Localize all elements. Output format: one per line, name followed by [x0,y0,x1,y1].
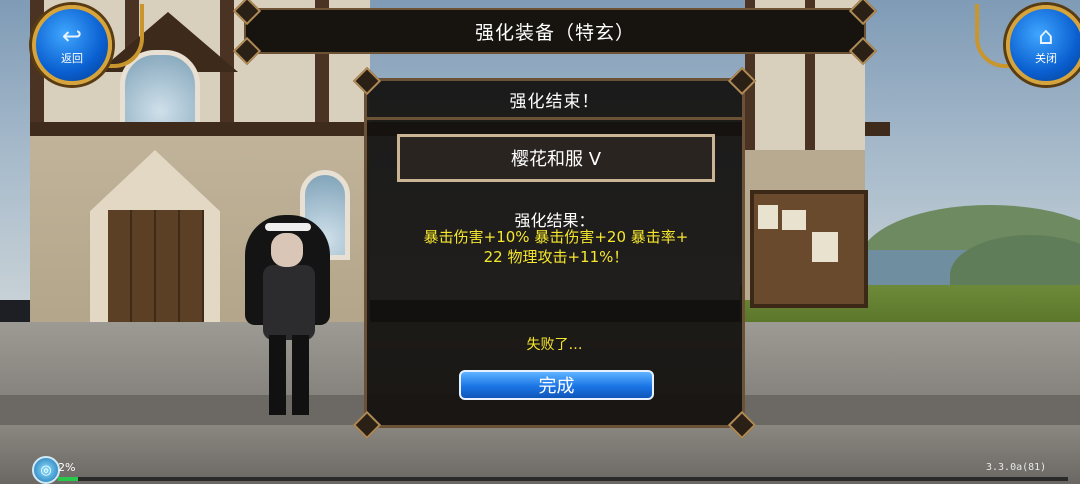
return-arrow-icon: ↩ [61,22,83,50]
road [0,425,1080,484]
notice-paper [758,205,778,229]
home-icon: ⌂ [1038,22,1054,50]
item-name: 樱花和服 V [510,149,602,170]
experience-bar [58,477,1068,481]
item-name-box: 樱花和服 V [397,134,715,182]
experience-percent: 2% [58,461,76,474]
close-button-label: 关闭 [1035,52,1057,65]
done-button-label: 完成 [538,376,575,397]
result-line: 22 物理攻击+11%！ [483,248,629,266]
back-button[interactable]: ↩ 返回 [32,5,112,85]
character-body [263,265,315,340]
title-bar: 强化装备（特玄） [232,0,878,66]
status-text: 失败了… [526,337,583,353]
page-title: 强化装备（特玄） [474,21,635,44]
enhance-result-dialog: 强化结束！ 樱花和服 V 强化结果： 暴击伤害+10% 暴击伤害+20 暴击率+… [352,66,757,440]
done-button[interactable]: 完成 [459,370,654,400]
notice-paper [782,210,806,230]
character-face [271,233,303,267]
result-stats: 暴击伤害+10% 暴击伤害+20 暴击率+ 22 物理攻击+11%！ [381,227,731,267]
version-label: 3.3.0a(81) [986,462,1047,473]
close-button[interactable]: ⌂ 关闭 [1006,5,1080,85]
experience-icon[interactable]: ◎ [32,456,60,484]
notice-paper [812,232,838,262]
character-legs [269,335,309,415]
dialog-title-text: 强化结束！ [509,91,600,112]
back-button-label: 返回 [61,52,83,65]
result-line: 暴击伤害+10% 暴击伤害+20 暴击率+ [423,228,689,246]
wooden-door [108,210,204,325]
player-character [245,205,335,425]
dialog-title: 强化结束！ [367,81,742,120]
character-headband [265,223,311,231]
experience-bar-fill [58,477,79,481]
